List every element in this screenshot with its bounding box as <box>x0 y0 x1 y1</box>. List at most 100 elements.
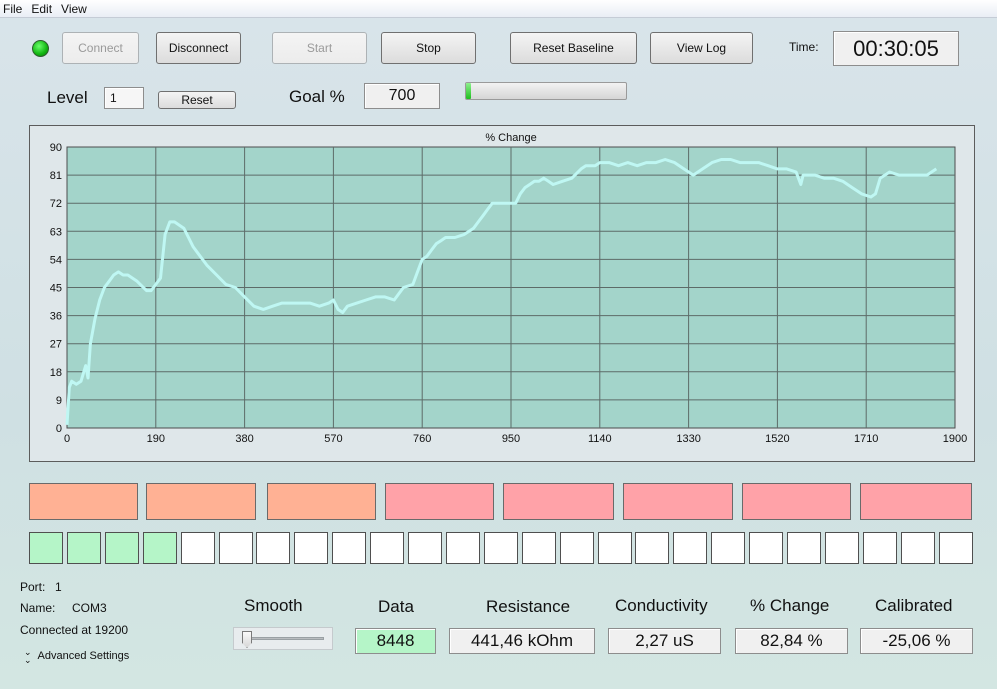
smooth-label: Smooth <box>244 596 303 615</box>
chart-x-tick-label: 950 <box>502 433 520 445</box>
chart-x-tick-label: 380 <box>235 433 253 445</box>
menu-file[interactable]: File <box>0 2 28 16</box>
name-label: Name: <box>20 601 56 615</box>
chart-x-tick-label: 570 <box>324 433 342 445</box>
connection-status-text: Connected at 19200 <box>20 623 129 637</box>
level-label: Level <box>47 88 88 107</box>
indicator-cell <box>218 532 253 564</box>
connect-button[interactable]: Connect <box>62 32 139 64</box>
disconnect-button[interactable]: Disconnect <box>156 32 241 64</box>
chart-y-tick-label: 0 <box>56 423 62 435</box>
chart-x-tick-label: 1710 <box>854 433 878 445</box>
indicator-cell <box>445 532 480 564</box>
indicator-cell <box>483 532 518 564</box>
level-reset-button[interactable]: Reset <box>158 91 236 109</box>
chart-y-tick-label: 54 <box>50 254 62 266</box>
pad-cell <box>385 483 494 520</box>
data-value: 8448 <box>355 628 436 654</box>
stop-button[interactable]: Stop <box>381 32 476 64</box>
chart-x-tick-label: 190 <box>147 433 165 445</box>
goal-progress-bar <box>465 82 627 100</box>
chart-y-tick-label: 90 <box>50 142 62 154</box>
menu-edit[interactable]: Edit <box>28 2 58 16</box>
indicator-cell <box>521 532 556 564</box>
chart-x-tick-label: 0 <box>64 433 70 445</box>
goal-value-display: 700 <box>364 83 440 109</box>
indicator-cell <box>711 532 746 564</box>
percent-change-value: 82,84 % <box>735 628 848 654</box>
time-label: Time: <box>789 40 819 54</box>
data-label: Data <box>378 597 414 616</box>
chart-x-tick-label: 1900 <box>943 433 967 445</box>
indicator-cell <box>559 532 594 564</box>
indicator-cell <box>408 532 442 564</box>
conductivity-value: 2,27 uS <box>608 628 721 654</box>
smooth-slider-thumb[interactable] <box>242 631 252 648</box>
chart-y-tick-label: 36 <box>50 311 62 323</box>
pad-cell <box>623 483 733 520</box>
indicator-cell <box>749 532 784 564</box>
indicator-cell <box>824 532 859 564</box>
pad-cell <box>146 483 256 520</box>
chart-y-tick-label: 72 <box>50 198 62 210</box>
smooth-slider-track <box>242 637 324 640</box>
pad-cell <box>503 483 614 520</box>
resistance-label: Resistance <box>486 597 571 616</box>
chart-title: % Change <box>485 132 536 144</box>
calibrated-label: Calibrated <box>875 596 953 615</box>
indicator-cell <box>787 532 821 564</box>
indicator-cell <box>673 532 708 564</box>
chart-y-tick-label: 81 <box>50 170 62 182</box>
double-chevron-down-icon: ⌄ ⌄ <box>24 647 32 665</box>
reset-baseline-button[interactable]: Reset Baseline <box>510 32 637 64</box>
advanced-settings-toggle[interactable]: ⌄ ⌄ Advanced Settings <box>24 647 130 665</box>
indicator-cell <box>142 532 177 564</box>
percent-change-label: % Change <box>750 596 830 615</box>
conductivity-label: Conductivity <box>615 596 708 615</box>
indicator-cell <box>332 532 367 564</box>
chart-y-tick-label: 9 <box>56 395 62 407</box>
indicator-cell <box>256 532 291 564</box>
indicator-cell <box>597 532 632 564</box>
start-button[interactable]: Start <box>272 32 367 64</box>
goal-progress-fill <box>466 83 471 99</box>
menu-bar: File Edit View <box>0 0 997 18</box>
name-value: COM3 <box>72 601 107 615</box>
indicator-cell <box>370 532 405 564</box>
chart-y-tick-label: 18 <box>50 367 62 379</box>
indicator-cell <box>294 532 329 564</box>
advanced-settings-label: Advanced Settings <box>37 650 130 662</box>
calibrated-value: -25,06 % <box>860 628 973 654</box>
chart-y-tick-label: 63 <box>50 226 62 238</box>
pad-cell <box>742 483 851 520</box>
chart-svg: 0 190 380 570 760 950 1140 1330 1520 1710 1900 0 9 18… <box>50 132 967 445</box>
chart-y-tick-label: 45 <box>50 283 62 295</box>
indicator-cell <box>938 532 973 564</box>
indicator-cell <box>29 532 63 564</box>
port-label: Port: <box>20 580 46 594</box>
chart-x-tick-label: 1520 <box>765 433 789 445</box>
pad-cell <box>29 483 138 520</box>
port-value: 1 <box>55 580 62 594</box>
level-input[interactable]: 1 <box>104 87 144 109</box>
indicator-cell <box>104 532 139 564</box>
view-log-button[interactable]: View Log <box>650 32 753 64</box>
indicator-cell <box>635 532 670 564</box>
pad-cell <box>860 483 972 520</box>
menu-view[interactable]: View <box>58 2 93 16</box>
smooth-slider[interactable] <box>233 627 333 650</box>
indicator-cell <box>900 532 935 564</box>
pad-cell <box>267 483 376 520</box>
chart-y-tick-label: 27 <box>50 339 62 351</box>
goal-label: Goal % <box>289 87 345 106</box>
indicator-cell <box>66 532 101 564</box>
indicator-cell <box>862 532 897 564</box>
chart-x-tick-label: 760 <box>413 433 431 445</box>
time-display: 00:30:05 <box>833 31 959 66</box>
indicator-cell <box>180 532 215 564</box>
chart-x-tick-label: 1330 <box>676 433 700 445</box>
connection-status-led <box>32 40 49 57</box>
resistance-value: 441,46 kOhm <box>449 628 595 654</box>
chart-x-tick-label: 1140 <box>588 433 612 445</box>
percent-change-chart: 0 190 380 570 760 950 1140 1330 1520 1710 1900 0 9 18… <box>29 125 975 462</box>
